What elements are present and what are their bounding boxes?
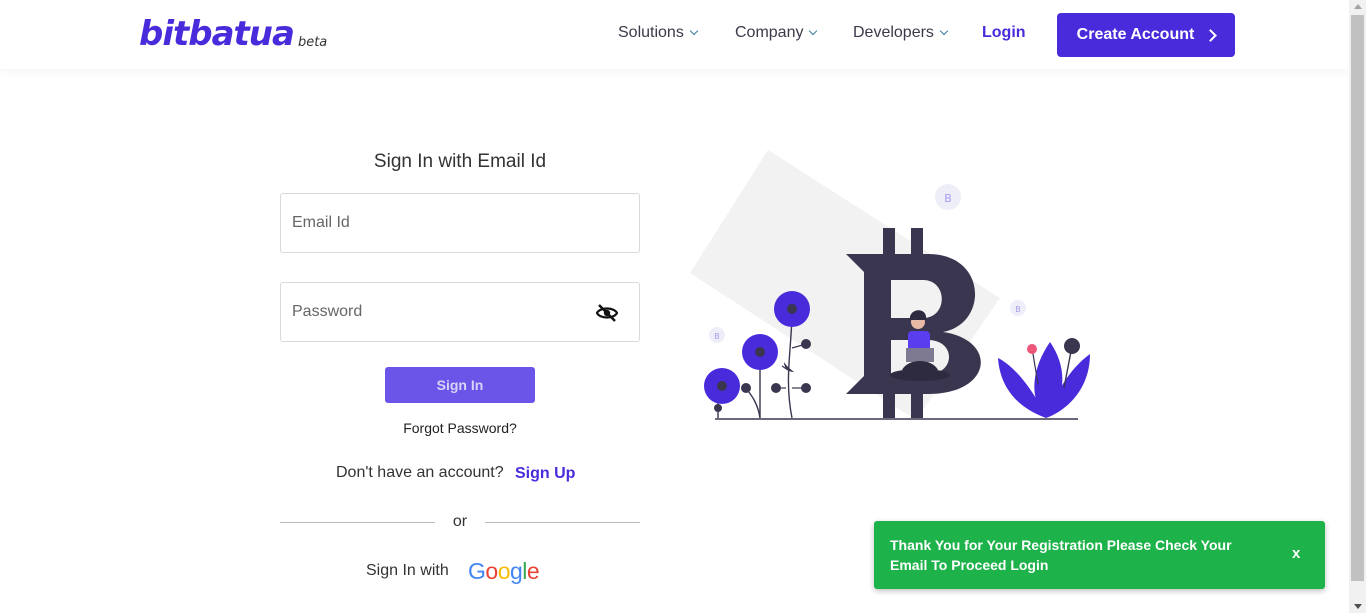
nav-login-link[interactable]: Login	[982, 24, 1026, 42]
sign-in-with-text: Sign In with	[366, 562, 449, 579]
signup-link[interactable]: Sign Up	[515, 465, 575, 483]
google-logo[interactable]: Google	[468, 558, 540, 585]
svg-text:B: B	[944, 192, 952, 205]
email-input[interactable]	[281, 194, 639, 252]
nav-company[interactable]: Company	[735, 24, 818, 42]
create-account-button[interactable]: Create Account	[1057, 13, 1235, 57]
nav-developers[interactable]: Developers	[853, 24, 949, 42]
scroll-up-arrow-icon[interactable]	[1354, 4, 1362, 9]
svg-text:B: B	[1015, 305, 1021, 314]
bitcoin-illustration: B B B	[690, 150, 1090, 420]
password-input[interactable]	[281, 283, 639, 341]
nav-company-label: Company	[735, 24, 804, 41]
scroll-thumb[interactable]	[1351, 15, 1364, 581]
chevron-right-icon	[1204, 28, 1218, 42]
header: bitbatua beta Solutions Company Develope…	[0, 0, 1349, 69]
page-scrollbar[interactable]	[1349, 0, 1366, 613]
chevron-down-icon	[809, 26, 818, 36]
signin-button[interactable]: Sign In	[385, 367, 535, 403]
or-text: or	[452, 513, 468, 530]
nav-developers-label: Developers	[853, 24, 934, 41]
email-field[interactable]	[280, 193, 640, 253]
logo-beta-tag: beta	[297, 35, 328, 50]
toast-message: Thank You for Your Registration Please C…	[890, 537, 1232, 573]
divider-right	[485, 522, 640, 523]
eye-off-icon[interactable]	[595, 303, 619, 323]
chevron-down-icon	[939, 26, 949, 36]
no-account-text: Don't have an account?	[336, 464, 504, 481]
signin-title: Sign In with Email Id	[373, 151, 547, 172]
scroll-down-arrow-icon[interactable]	[1354, 604, 1362, 609]
divider-left	[280, 522, 435, 523]
create-account-label: Create Account	[1076, 26, 1195, 43]
toast-close-button[interactable]: x	[1292, 545, 1300, 562]
logo-text: bitbatua	[139, 14, 295, 54]
password-field[interactable]	[280, 282, 640, 342]
forgot-password-link[interactable]: Forgot Password?	[280, 420, 640, 436]
logo[interactable]: bitbatua beta	[139, 14, 327, 54]
chevron-down-icon	[689, 26, 699, 36]
nav-solutions-label: Solutions	[618, 24, 684, 41]
nav-solutions[interactable]: Solutions	[618, 24, 699, 42]
toast-notification: Thank You for Your Registration Please C…	[874, 521, 1325, 589]
svg-text:B: B	[714, 332, 720, 341]
